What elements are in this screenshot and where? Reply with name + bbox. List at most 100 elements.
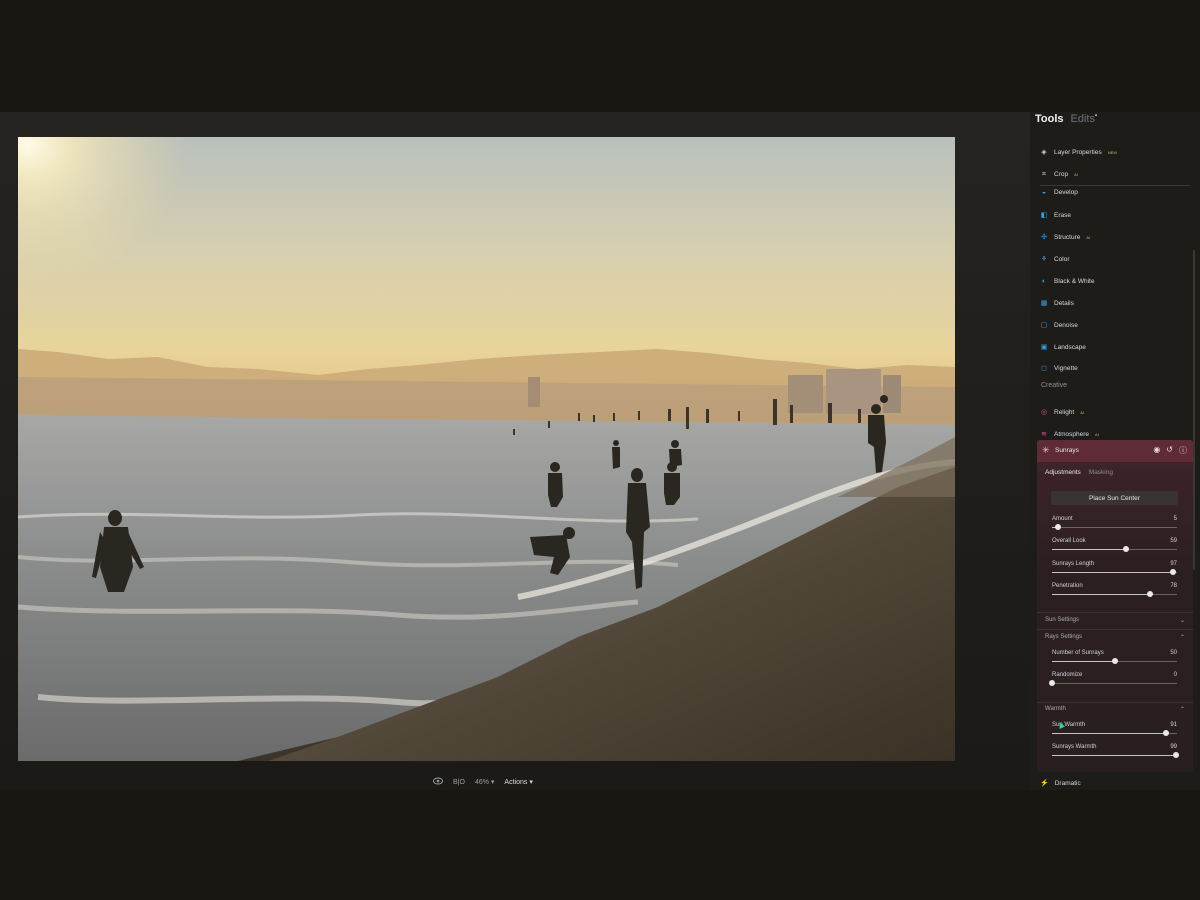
sunrays-header[interactable]: ✳ Sunrays ◉ ↺ ⓘ [1037, 440, 1193, 462]
beach-photo [18, 137, 955, 761]
tool-black-white[interactable]: ◐ Black & White [1040, 275, 1095, 287]
slider-number-of-sunrays[interactable]: Number of Sunrays 50 [1052, 650, 1177, 664]
tool-dramatic[interactable]: ⚡ Dramatic [1040, 779, 1081, 788]
slider-sunrays-warmth[interactable]: Sunrays Warmth 99 [1052, 744, 1179, 758]
slider-track[interactable] [1052, 527, 1177, 528]
tool-label: Vignette [1054, 364, 1078, 372]
slider-handle[interactable] [1049, 680, 1055, 686]
denoise-icon: ▢ [1040, 321, 1048, 329]
slider-label: Overall Look [1052, 538, 1086, 544]
slider-handle[interactable] [1122, 546, 1129, 552]
tool-atmosphere[interactable]: ≋ Atmosphere AI [1040, 428, 1099, 440]
slider-track[interactable] [1052, 683, 1177, 684]
slider-amount[interactable]: Amount 5 [1052, 516, 1177, 530]
sunrays-title: Sunrays [1055, 447, 1079, 454]
slider-value: 0 [1173, 672, 1177, 678]
tool-develop[interactable]: ◒ Develop [1040, 186, 1078, 198]
slider-handle[interactable] [1170, 569, 1177, 575]
slider-handle[interactable] [1055, 524, 1062, 530]
slider-fill [1052, 549, 1126, 550]
vignette-icon: ◻ [1041, 364, 1047, 372]
divider [1037, 702, 1193, 703]
sun-settings-header[interactable]: Sun Settings [1045, 617, 1079, 623]
slider-fill [1052, 572, 1174, 573]
tool-label: Atmosphere [1054, 430, 1090, 438]
slider-label: Sunrays Warmth [1052, 744, 1097, 750]
tool-label: Landscape [1054, 343, 1086, 351]
tool-label: Relight [1054, 408, 1075, 416]
divider [1037, 612, 1193, 613]
divider [1037, 629, 1193, 630]
actions-menu[interactable]: Actions ▾ [504, 778, 532, 786]
photo-canvas[interactable] [18, 137, 955, 761]
canvas-toolbar: B|O 46% ▾ Actions ▾ [433, 774, 533, 790]
tool-label: Erase [1054, 211, 1071, 219]
slider-penetration[interactable]: Penetration 78 [1052, 583, 1177, 597]
tool-color[interactable]: ⚘ Color [1040, 253, 1070, 265]
tool-details[interactable]: ▦ Details [1040, 297, 1074, 309]
tool-badge: AI [1086, 234, 1091, 240]
tab-tools[interactable]: Tools [1035, 113, 1064, 125]
warmth-header[interactable]: Warmth [1045, 706, 1066, 712]
slider-fill [1052, 661, 1115, 662]
slider-label: Amount [1052, 516, 1073, 522]
slider-value: 5 [1173, 516, 1177, 522]
tool-badge: AI [1074, 171, 1078, 177]
crop-icon: ⌗ [1042, 170, 1046, 178]
slider-handle[interactable] [1111, 658, 1118, 664]
erase-icon: ◧ [1040, 211, 1048, 219]
reset-icon[interactable]: ↺ [1166, 445, 1173, 456]
tool-label: Layer Properties [1054, 148, 1102, 156]
tool-denoise[interactable]: ▢ Denoise [1040, 319, 1078, 331]
slider-value: 99 [1170, 744, 1177, 750]
tool-layer-properties[interactable]: ◈ Layer Properties NEW [1040, 146, 1117, 158]
slider-sun-warmth[interactable]: Sun Warmth 91 [1052, 722, 1177, 736]
slider-label: Sunrays Length [1052, 561, 1095, 567]
slider-value: 78 [1170, 583, 1177, 589]
rays-settings-header[interactable]: Rays Settings [1045, 634, 1082, 640]
structure-icon: ✣ [1041, 233, 1047, 241]
tab-adjustments[interactable]: Adjustments [1045, 469, 1081, 476]
slider-fill [1052, 755, 1176, 756]
dramatic-icon: ⚡ [1040, 780, 1049, 787]
tool-badge: NEW [1107, 149, 1118, 155]
slider-label: Penetration [1052, 583, 1083, 589]
chevron-up-icon[interactable]: ⌃ [1180, 634, 1185, 641]
tool-label: Denoise [1054, 321, 1078, 329]
tool-label: Dramatic [1054, 779, 1081, 787]
panel-scrollbar[interactable] [1193, 250, 1195, 570]
slider-fill [1052, 594, 1150, 595]
tool-label: Structure [1054, 233, 1081, 241]
tool-structure[interactable]: ✣ Structure AI [1040, 231, 1090, 243]
compare-toggle[interactable]: B|O [453, 779, 465, 786]
tool-label: Details [1054, 299, 1074, 307]
slider-randomize[interactable]: Randomize 0 [1049, 672, 1177, 686]
slider-handle[interactable] [1146, 591, 1153, 597]
slider-handle[interactable] [1172, 752, 1179, 758]
zoom-select[interactable]: 46% ▾ [475, 778, 494, 786]
visibility-icon[interactable]: ◉ [1153, 445, 1160, 456]
slider-overall-look[interactable]: Overall Look 59 [1052, 538, 1177, 552]
tool-landscape[interactable]: ▣ Landscape [1040, 341, 1086, 353]
tool-vignette[interactable]: ◻ Vignette [1040, 362, 1078, 374]
eye-icon[interactable] [433, 777, 443, 787]
info-icon[interactable]: ⓘ [1179, 445, 1187, 456]
tab-edits[interactable]: Edits• [1071, 113, 1098, 125]
slider-sunrays-length[interactable]: Sunrays Length 97 [1052, 561, 1177, 575]
slider-value: 59 [1170, 538, 1177, 544]
sunrays-subtabs: Adjustments Masking [1045, 469, 1113, 476]
place-sun-center-button[interactable]: Place Sun Center [1051, 491, 1178, 505]
sunrays-header-icons: ◉ ↺ ⓘ [1153, 445, 1187, 456]
color-icon: ⚘ [1040, 255, 1048, 263]
slider-label: Randomize [1052, 672, 1083, 678]
slider-handle[interactable] [1162, 730, 1169, 736]
slider-fill [1052, 733, 1166, 734]
tab-masking[interactable]: Masking [1089, 469, 1113, 476]
slider-value: 97 [1170, 561, 1177, 567]
chevron-down-icon[interactable]: ⌄ [1180, 617, 1185, 624]
chevron-up-icon[interactable]: ⌃ [1180, 706, 1185, 713]
tool-relight[interactable]: ◎ Relight AI [1040, 406, 1084, 418]
tool-erase[interactable]: ◧ Erase [1040, 209, 1071, 221]
section-creative: Creative [1041, 382, 1068, 389]
tool-crop[interactable]: ⌗ Crop AI [1040, 168, 1078, 180]
